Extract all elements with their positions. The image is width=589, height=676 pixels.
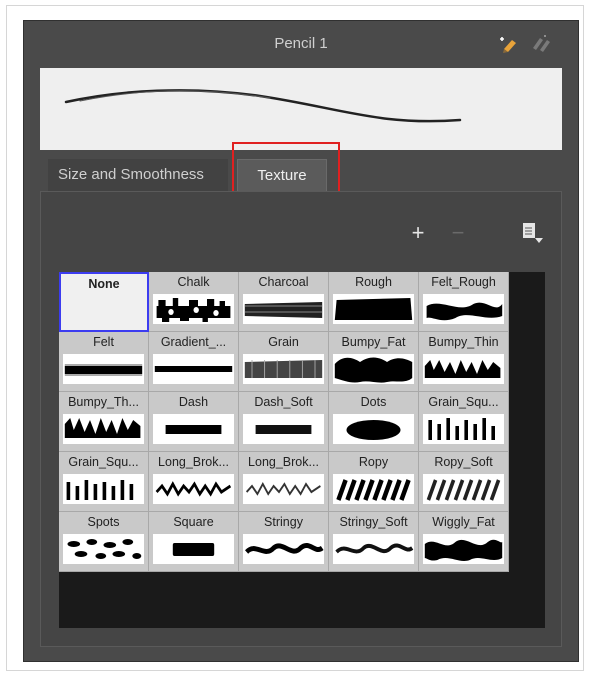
texture-item[interactable]: Spots xyxy=(59,512,149,572)
texture-item[interactable]: Chalk xyxy=(149,272,239,332)
texture-item[interactable]: Long_Brok... xyxy=(149,452,239,512)
texture-swatch xyxy=(153,294,234,324)
texture-label: Grain xyxy=(268,335,299,349)
texture-item[interactable]: Gradient_... xyxy=(149,332,239,392)
texture-item[interactable]: Dash_Soft xyxy=(239,392,329,452)
texture-item[interactable]: Stringy xyxy=(239,512,329,572)
texture-item[interactable]: Felt_Rough xyxy=(419,272,509,332)
texture-item[interactable]: Dots xyxy=(329,392,419,452)
texture-swatch xyxy=(333,474,414,504)
texture-item[interactable]: Dash xyxy=(149,392,239,452)
texture-swatch xyxy=(243,534,324,564)
add-texture-button[interactable]: + xyxy=(407,222,429,244)
menu-icon[interactable] xyxy=(519,220,545,246)
texture-swatch xyxy=(423,414,504,444)
tab-highlight-box xyxy=(232,142,340,196)
texture-label: Long_Brok... xyxy=(158,455,229,469)
texture-item[interactable]: Rough xyxy=(329,272,419,332)
texture-label: Dots xyxy=(360,395,387,409)
pencil-properties-panel: Pencil 1 Size and Smoothness Texture + − xyxy=(23,20,579,662)
texture-swatch xyxy=(423,354,504,384)
texture-swatch xyxy=(333,534,414,564)
panel-title: Pencil 1 xyxy=(274,35,328,52)
texture-swatch xyxy=(243,294,324,324)
texture-item[interactable]: Bumpy_Th... xyxy=(59,392,149,452)
texture-swatch xyxy=(423,534,504,564)
texture-label: None xyxy=(88,277,120,291)
texture-item[interactable]: Long_Brok... xyxy=(239,452,329,512)
texture-swatch xyxy=(153,354,234,384)
texture-swatch xyxy=(63,534,144,564)
texture-swatch xyxy=(243,414,324,444)
texture-label: Dash xyxy=(178,395,209,409)
texture-swatch xyxy=(243,354,324,384)
texture-library: None Chalk Charcoal Rough Felt_Rough Felt Grad… xyxy=(59,272,545,628)
texture-label: Gradient_... xyxy=(160,335,227,349)
texture-label: Chalk xyxy=(177,275,210,289)
texture-label: Spots xyxy=(87,515,120,529)
texture-label: Ropy_Soft xyxy=(434,455,493,469)
texture-tab-content: + − None Chalk Charcoal Rough Felt_Rough Felt… xyxy=(40,191,562,647)
texture-label: Stringy_Soft xyxy=(339,515,408,529)
pencil-options-icon[interactable] xyxy=(530,31,554,55)
texture-item[interactable]: Stringy_Soft xyxy=(329,512,419,572)
tab-size-and-smoothness[interactable]: Size and Smoothness xyxy=(48,159,228,191)
texture-swatch xyxy=(63,354,144,384)
texture-item[interactable]: Grain_Squ... xyxy=(419,392,509,452)
texture-swatch xyxy=(423,474,504,504)
texture-label: Stringy xyxy=(264,515,303,529)
texture-label: Charcoal xyxy=(258,275,309,289)
texture-item[interactable]: None xyxy=(59,272,149,332)
texture-swatch xyxy=(423,294,504,324)
texture-swatch xyxy=(63,474,144,504)
texture-swatch xyxy=(243,474,324,504)
texture-label: Square xyxy=(173,515,214,529)
texture-swatch xyxy=(333,354,414,384)
texture-label: Long_Brok... xyxy=(248,455,319,469)
texture-item[interactable]: Ropy xyxy=(329,452,419,512)
new-pencil-icon[interactable] xyxy=(496,31,520,55)
texture-label: Rough xyxy=(355,275,392,289)
texture-item[interactable]: Bumpy_Thin xyxy=(419,332,509,392)
texture-label: Felt xyxy=(93,335,114,349)
texture-item[interactable]: Charcoal xyxy=(239,272,329,332)
texture-item[interactable]: Grain xyxy=(239,332,329,392)
texture-grid: None Chalk Charcoal Rough Felt_Rough Felt Grad… xyxy=(59,272,509,572)
stroke-preview xyxy=(40,68,562,150)
texture-item[interactable]: Square xyxy=(149,512,239,572)
texture-item[interactable]: Felt xyxy=(59,332,149,392)
texture-swatch xyxy=(153,534,234,564)
remove-texture-button[interactable]: − xyxy=(447,222,469,244)
texture-item[interactable]: Wiggly_Fat xyxy=(419,512,509,572)
texture-label: Grain_Squ... xyxy=(68,455,139,469)
texture-item[interactable]: Ropy_Soft xyxy=(419,452,509,512)
texture-swatch xyxy=(63,414,144,444)
texture-label: Bumpy_Thin xyxy=(428,335,499,349)
texture-swatch xyxy=(153,474,234,504)
texture-label: Ropy xyxy=(358,455,389,469)
texture-label: Bumpy_Th... xyxy=(68,395,139,409)
texture-label: Bumpy_Fat xyxy=(341,335,406,349)
texture-item[interactable]: Bumpy_Fat xyxy=(329,332,419,392)
texture-label: Dash_Soft xyxy=(254,395,313,409)
texture-label: Wiggly_Fat xyxy=(432,515,495,529)
texture-item[interactable]: Grain_Squ... xyxy=(59,452,149,512)
texture-swatch xyxy=(333,294,414,324)
texture-label: Felt_Rough xyxy=(431,275,496,289)
texture-swatch xyxy=(333,414,414,444)
texture-swatch xyxy=(153,414,234,444)
texture-label: Grain_Squ... xyxy=(428,395,499,409)
